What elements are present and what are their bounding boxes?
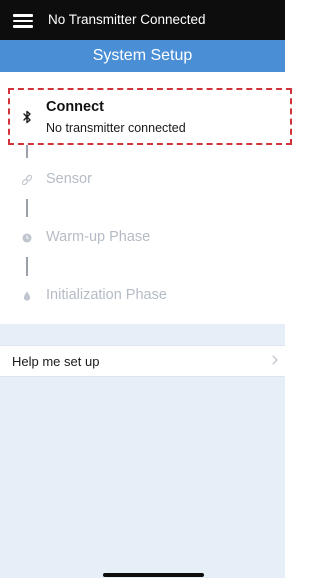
home-indicator[interactable] [103, 573, 204, 577]
section-gap [0, 324, 285, 345]
step-subtitle-connect: No transmitter connected [46, 121, 186, 135]
step-label-connect: Connect [46, 99, 104, 115]
status-bar: No Transmitter Connected [0, 0, 285, 40]
status-text: No Transmitter Connected [48, 12, 206, 27]
step-sensor: Sensor [0, 168, 285, 192]
empty-content-area [0, 377, 285, 578]
setup-steps-list: Connect No transmitter connected Sensor … [0, 72, 285, 324]
step-label-warmup: Warm-up Phase [46, 229, 151, 245]
step-connect[interactable]: Connect No transmitter connected [0, 90, 285, 138]
page-title: System Setup [92, 47, 193, 64]
help-me-set-up-row[interactable]: Help me set up [0, 345, 285, 377]
step-label-initialization: Initialization Phase [46, 287, 167, 303]
clock-icon [20, 231, 34, 245]
step-label-sensor: Sensor [46, 171, 92, 187]
step-connector [26, 145, 28, 158]
hamburger-menu-icon[interactable] [13, 14, 33, 28]
step-initialization: Initialization Phase [0, 284, 285, 308]
sensor-link-icon [20, 173, 34, 187]
bluetooth-icon [20, 110, 34, 124]
help-label: Help me set up [12, 354, 100, 369]
step-connector [26, 199, 28, 217]
nav-bar: System Setup [0, 40, 285, 72]
chevron-right-icon [271, 353, 279, 370]
drop-icon [20, 289, 34, 303]
step-connector [26, 257, 28, 276]
step-warmup: Warm-up Phase [0, 226, 285, 250]
